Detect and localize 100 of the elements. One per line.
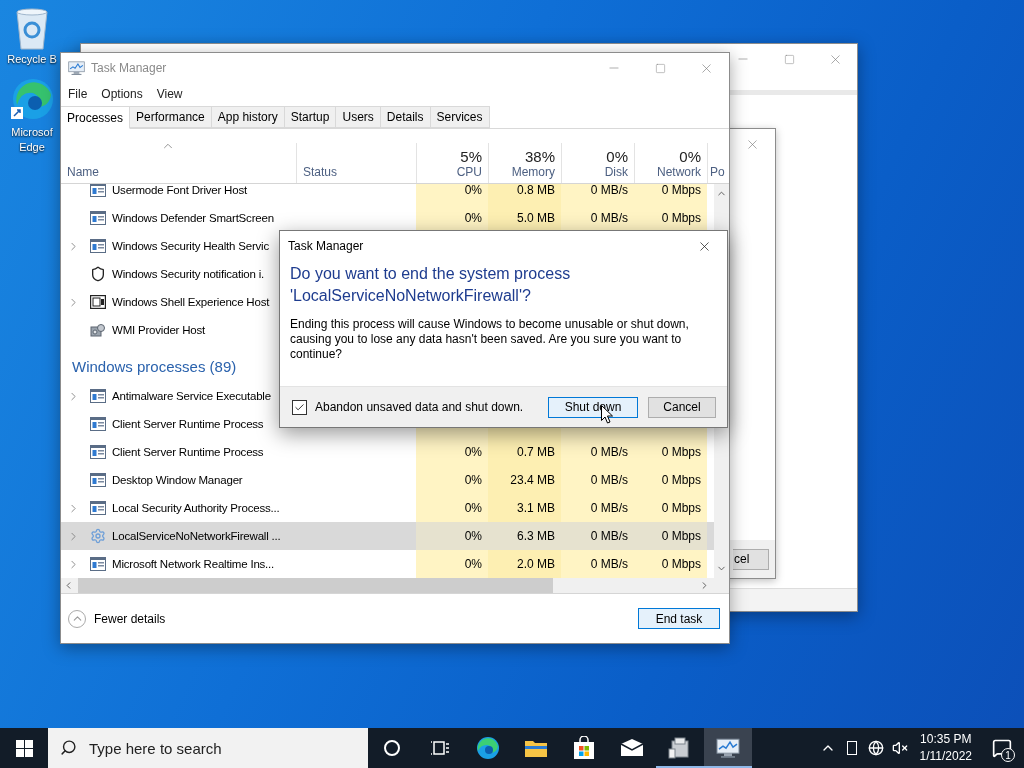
table-cell: 5.0 MB xyxy=(488,204,561,232)
window-title: Task Manager xyxy=(91,61,168,75)
table-cell: 0% xyxy=(416,204,488,232)
table-cell: 0% xyxy=(416,466,488,494)
clock[interactable]: 10:35 PM 1/11/2022 xyxy=(911,731,980,765)
table-cell: 0 Mbps xyxy=(634,438,707,466)
maximize-icon xyxy=(783,53,795,65)
tab[interactable]: Startup xyxy=(284,106,337,128)
window-icon xyxy=(90,389,106,403)
column-header[interactable]: CPU xyxy=(456,165,482,179)
window-icon xyxy=(90,501,106,515)
folder-icon xyxy=(524,738,548,758)
desktop-icon-label[interactable]: Microsof Edge xyxy=(11,125,53,155)
dialog-button[interactable]: Cancel xyxy=(648,396,716,418)
dialog-heading: Do you want to end the system process 'LocalServiceNoNetworkFirewall'? xyxy=(289,264,572,306)
dialog-title: Task Manager xyxy=(288,239,365,253)
taskbar-app[interactable] xyxy=(704,728,752,768)
window-icon xyxy=(90,473,106,487)
notifications-button[interactable]: 1 xyxy=(980,728,1024,768)
edge-icon xyxy=(476,736,500,760)
column-header[interactable]: Status xyxy=(303,165,338,179)
menu-item[interactable]: File xyxy=(61,87,95,101)
table-cell: 0 MB/s xyxy=(561,438,634,466)
process-name: Antimalware Service Executable xyxy=(112,390,271,402)
process-row[interactable]: Desktop Window Manager 0% 23.4 MB 0 MB/s 0 Mbps xyxy=(61,466,714,494)
table-cell: 0 MB/s xyxy=(561,550,634,578)
process-name: LocalServiceNoNetworkFirewall ... xyxy=(112,530,281,542)
table-cell: 2.0 MB xyxy=(488,550,561,578)
column-percent: 0% xyxy=(606,148,628,165)
window-icon xyxy=(90,295,106,309)
monitor-chart-icon xyxy=(68,60,85,76)
tab[interactable]: Users xyxy=(336,106,381,128)
group-header: Windows processes (89) xyxy=(72,358,237,375)
table-cell: 0.7 MB xyxy=(488,438,561,466)
window-icon xyxy=(90,445,106,459)
checkbox-label[interactable]: Abandon unsaved data and shut down. xyxy=(315,400,524,414)
fewer-details-button[interactable]: Fewer details xyxy=(68,609,166,628)
dialog-message: Ending this process will cause Windows to become unusable or shut down, causing you to lose any data hasn't been saved. Are you sure you want to continue? xyxy=(289,317,690,362)
tab[interactable]: Details xyxy=(380,106,431,128)
menu-item[interactable]: View xyxy=(149,87,190,101)
search-icon xyxy=(60,739,77,756)
dialog-button[interactable]: Shut down xyxy=(548,396,638,418)
table-cell: 0 Mbps xyxy=(634,494,707,522)
desktop-icon-label[interactable]: Recycle B xyxy=(7,52,57,67)
task-view-icon xyxy=(431,740,449,756)
column-percent: 0% xyxy=(679,148,701,165)
table-cell: 0 MB/s xyxy=(561,522,634,550)
notification-count: 1 xyxy=(1001,748,1015,762)
table-cell: 0 Mbps xyxy=(634,466,707,494)
process-row[interactable]: LocalServiceNoNetworkFirewall ... 0% 6.3 MB 0 MB/s 0 Mbps xyxy=(61,522,714,550)
column-percent: 5% xyxy=(460,148,482,165)
process-name: Desktop Window Manager xyxy=(112,474,243,486)
monitor-chart-icon xyxy=(716,737,740,759)
table-cell: 23.4 MB xyxy=(488,466,561,494)
table-cell: 0 Mbps xyxy=(634,204,707,232)
gear-icon xyxy=(90,528,106,544)
table-cell: 0% xyxy=(416,522,488,550)
column-header[interactable]: Memory xyxy=(511,165,555,179)
window-icon xyxy=(90,184,106,197)
column-percent: 38% xyxy=(524,148,555,165)
process-name: Windows Shell Experience Host xyxy=(112,296,270,308)
table-cell: 0 MB/s xyxy=(561,466,634,494)
table-cell: 0% xyxy=(416,184,488,204)
process-name: Usermode Font Driver Host xyxy=(112,184,247,196)
table-cell: 0 MB/s xyxy=(561,184,634,204)
process-name: Client Server Runtime Process xyxy=(112,418,264,430)
process-name: Windows Security Health Servic xyxy=(112,240,269,252)
process-name: Windows Security notification i. xyxy=(112,268,265,280)
window-icon xyxy=(90,557,106,571)
window-icon xyxy=(90,417,106,431)
tab[interactable]: Processes xyxy=(61,106,131,129)
table-cell: 6.3 MB xyxy=(488,522,561,550)
process-row[interactable]: Usermode Font Driver Host 0% 0.8 MB 0 MB/s 0 Mbps xyxy=(61,184,714,204)
end-task-button[interactable]: End task xyxy=(638,608,720,629)
horizontal-scrollbar[interactable] xyxy=(61,578,729,593)
process-row[interactable]: Client Server Runtime Process 0% 0.7 MB 0 MB/s 0 Mbps xyxy=(61,438,714,466)
tab[interactable]: Performance xyxy=(130,106,212,128)
tab[interactable]: Services xyxy=(430,106,490,128)
checkbox[interactable] xyxy=(292,399,307,415)
column-header[interactable]: Network xyxy=(657,165,701,179)
column-header[interactable]: Name xyxy=(67,165,99,179)
tab[interactable]: App history xyxy=(211,106,285,128)
process-name: Local Security Authority Process... xyxy=(112,502,280,514)
table-cell: 0 Mbps xyxy=(634,550,707,578)
table-cell: 3.1 MB xyxy=(488,494,561,522)
gears-icon xyxy=(90,323,106,337)
process-row[interactable]: Local Security Authority Process... 0% 3.1 MB 0 MB/s 0 Mbps xyxy=(61,494,714,522)
column-header[interactable]: Disk xyxy=(604,165,628,179)
dialog-button[interactable]: cel xyxy=(733,548,769,570)
table-cell: 0 MB/s xyxy=(561,204,634,232)
shopping-bag-icon xyxy=(573,736,595,760)
menu-item[interactable]: Options xyxy=(94,87,150,101)
message-icon xyxy=(992,738,1012,758)
maximize-icon xyxy=(654,62,666,74)
table-cell: 0% xyxy=(416,550,488,578)
shield-icon xyxy=(90,266,106,282)
search-field[interactable]: Type here to search xyxy=(48,728,368,768)
recycle-bin-icon xyxy=(14,6,50,50)
process-row[interactable]: Microsoft Network Realtime Ins... 0% 2.0 MB 0 MB/s 0 Mbps xyxy=(61,550,714,578)
column-header[interactable]: Po xyxy=(710,165,725,179)
